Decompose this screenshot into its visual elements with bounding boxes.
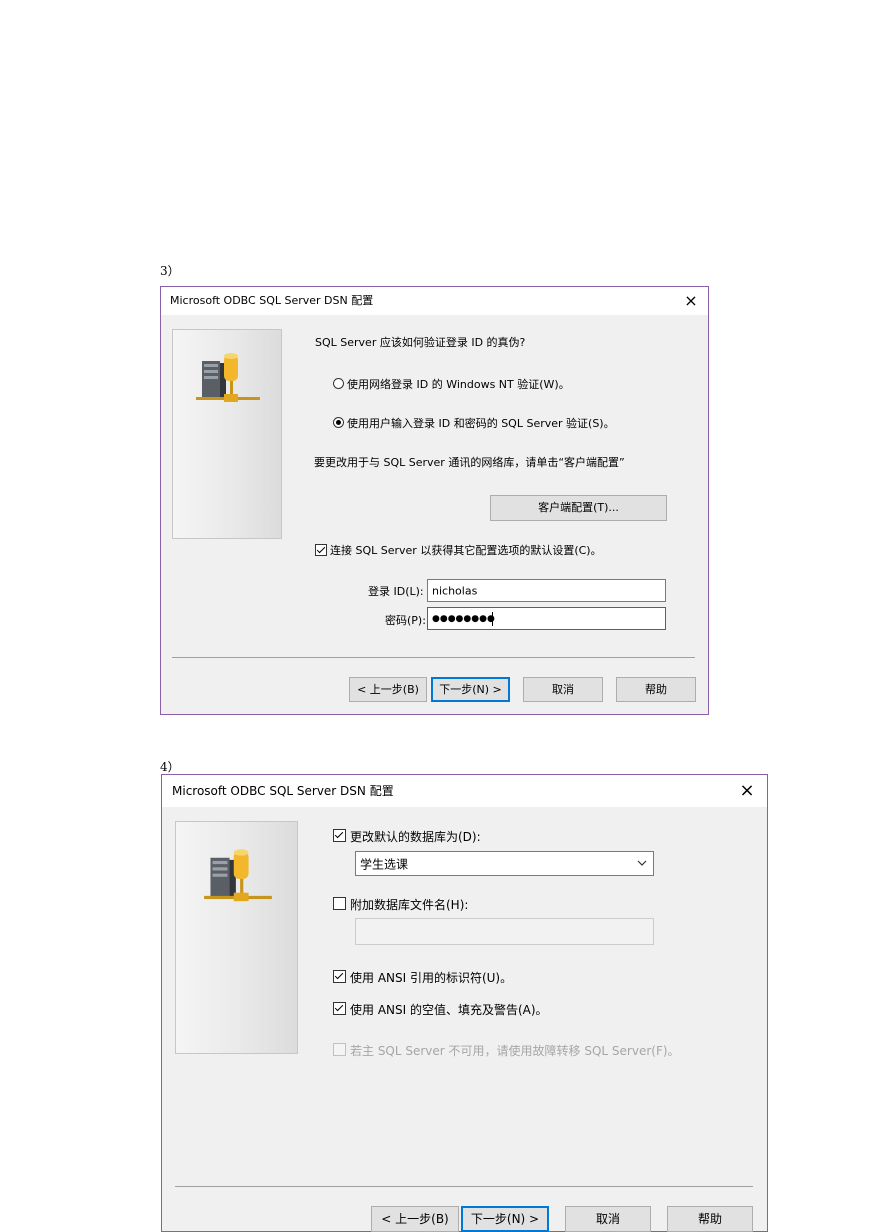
help-button[interactable]: 帮助 [616,677,696,702]
footer-divider [175,1186,753,1187]
close-icon[interactable]: × [735,775,759,807]
database-options-dialog: Microsoft ODBC SQL Server DSN 配置 × 更改默认的… [161,774,768,1232]
change-default-db-checkbox[interactable] [333,829,346,842]
sql-auth-dialog: Microsoft ODBC SQL Server DSN 配置 × SQL S… [160,286,709,715]
back-button[interactable]: < 上一步(B) [349,677,427,702]
password-input[interactable]: ●●●●●●●● [427,607,666,630]
chevron-down-icon [637,860,647,866]
attach-db-label[interactable]: 附加数据库文件名(H): [350,896,468,913]
cancel-button[interactable]: 取消 [565,1206,651,1232]
ansi-quoted-identifiers-checkbox[interactable] [333,970,346,983]
back-button[interactable]: < 上一步(B) [371,1206,459,1232]
close-icon[interactable]: × [680,287,702,315]
text-caret [492,612,493,626]
footer-divider [172,657,695,658]
radio-sql-auth[interactable] [333,417,344,428]
server-network-icon [196,353,260,402]
ansi-quoted-identifiers-label[interactable]: 使用 ANSI 引用的标识符(U)。 [350,969,512,986]
default-database-value: 学生选课 [360,857,409,871]
client-config-button[interactable]: 客户端配置(T)... [490,495,667,521]
ansi-nulls-label[interactable]: 使用 ANSI 的空值、填充及警告(A)。 [350,1001,548,1018]
radio-sql-auth-label[interactable]: 使用用户输入登录 ID 和密码的 SQL Server 验证(S)。 [347,415,615,431]
password-mask: ●●●●●●●● [432,613,495,624]
auth-question: SQL Server 应该如何验证登录 ID 的真伪? [315,336,526,349]
help-button[interactable]: 帮助 [667,1206,753,1232]
connect-defaults-label[interactable]: 连接 SQL Server 以获得其它配置选项的默认设置(C)。 [330,542,602,558]
attach-db-filename-input[interactable] [355,918,654,945]
title-bar: Microsoft ODBC SQL Server DSN 配置 × [162,775,767,807]
login-id-input[interactable]: nicholas [427,579,666,602]
attach-db-checkbox[interactable] [333,897,346,910]
connect-defaults-checkbox[interactable] [315,544,327,556]
ansi-nulls-checkbox[interactable] [333,1002,346,1015]
dialog-title: Microsoft ODBC SQL Server DSN 配置 [172,784,394,798]
next-button[interactable]: 下一步(N) > [461,1206,549,1232]
dialog-title: Microsoft ODBC SQL Server DSN 配置 [170,294,374,307]
server-network-icon [204,849,272,902]
default-database-select[interactable]: 学生选课 [355,851,654,876]
network-library-info: 要更改用于与 SQL Server 通讯的网络库，请单击“客户端配置” [314,456,625,469]
password-label: 密码(P): [385,614,426,627]
title-bar: Microsoft ODBC SQL Server DSN 配置 × [161,287,708,315]
failover-label: 若主 SQL Server 不可用，请使用故障转移 SQL Server(F)。 [350,1044,680,1058]
login-id-value: nicholas [432,584,478,597]
failover-checkbox [333,1043,346,1056]
change-default-db-label[interactable]: 更改默认的数据库为(D): [350,828,481,845]
cancel-button[interactable]: 取消 [523,677,603,702]
radio-windows-auth[interactable] [333,378,344,389]
login-id-label: 登录 ID(L): [368,585,424,598]
step-3-label: 3） [160,264,180,278]
step-4-label: 4） [160,760,180,774]
radio-windows-auth-label[interactable]: 使用网络登录 ID 的 Windows NT 验证(W)。 [347,376,570,392]
next-button[interactable]: 下一步(N) > [431,677,510,702]
